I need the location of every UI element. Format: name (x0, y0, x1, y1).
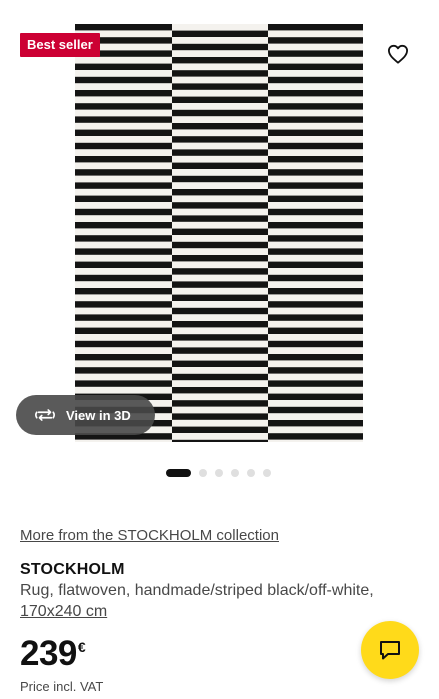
product-description: Rug, flatwoven, handmade/striped black/o… (20, 582, 374, 599)
chat-button[interactable] (361, 621, 419, 679)
carousel-pagination (166, 469, 271, 477)
chat-bubble-icon (380, 641, 400, 660)
heart-outline-icon (387, 44, 408, 64)
price-integer: 239 (20, 634, 77, 673)
best-seller-badge: Best seller (20, 33, 100, 57)
carousel-dot[interactable] (215, 469, 223, 477)
rotate-3d-icon (35, 409, 55, 421)
product-size-link[interactable]: 170x240 cm (20, 601, 107, 622)
price-currency: € (77, 639, 86, 655)
view-in-3d-label: View in 3D (66, 407, 131, 423)
rug-stripes (75, 24, 363, 442)
product-image-gallery[interactable]: Best seller View in 3D (0, 0, 439, 456)
price-note: Price incl. VAT (20, 679, 104, 694)
carousel-dot[interactable] (263, 469, 271, 477)
carousel-dot[interactable] (199, 469, 207, 477)
carousel-dot[interactable] (166, 469, 191, 477)
carousel-dot[interactable] (231, 469, 239, 477)
product-image-rug[interactable] (75, 24, 363, 442)
product-price: 239 € (20, 634, 86, 674)
product-name: STOCKHOLM (20, 561, 125, 578)
carousel-dot[interactable] (247, 469, 255, 477)
collection-link[interactable]: More from the STOCKHOLM collection (20, 527, 279, 544)
view-in-3d-button[interactable]: View in 3D (16, 395, 155, 435)
favorite-button[interactable] (384, 40, 412, 68)
